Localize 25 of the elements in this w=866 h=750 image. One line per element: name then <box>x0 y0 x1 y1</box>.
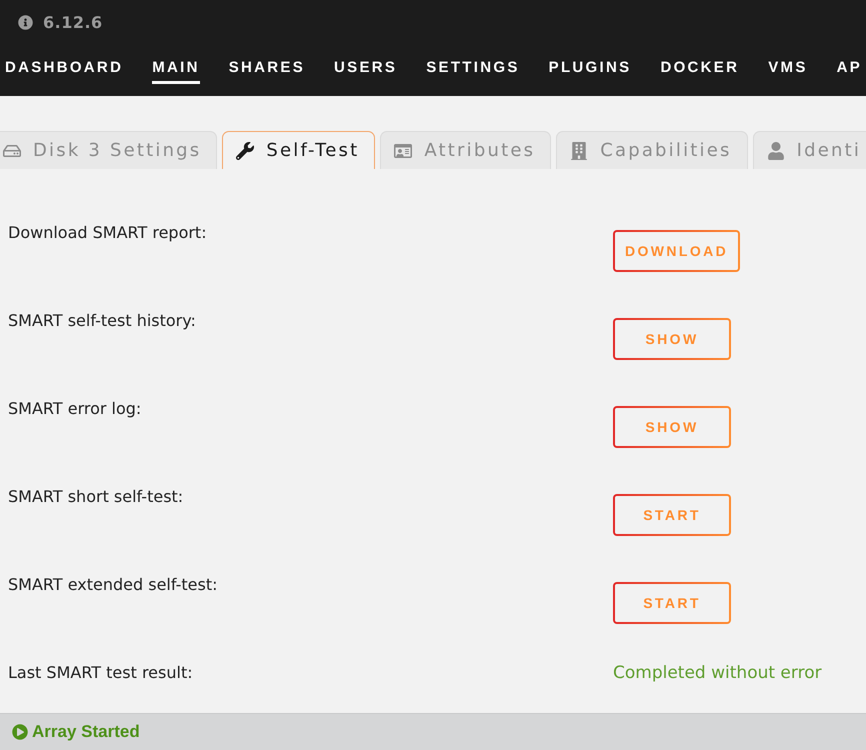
status-text: Array Started <box>32 722 140 742</box>
tab[interactable]: Self-Test <box>222 131 376 169</box>
setting-label: SMART short self-test: <box>8 487 184 507</box>
nav-item[interactable]: SETTINGS <box>426 59 520 84</box>
setting-label: SMART extended self-test: <box>8 575 218 595</box>
setting-label: Download SMART report: <box>8 223 207 243</box>
play-icon <box>12 724 28 740</box>
setting-label: SMART error log: <box>8 399 142 419</box>
id-card-icon <box>394 142 412 160</box>
nav-item[interactable]: SHARES <box>228 59 306 84</box>
info-icon[interactable] <box>18 14 33 30</box>
nav-item[interactable]: AP <box>836 59 862 84</box>
nav-item[interactable]: USERS <box>334 59 398 84</box>
nav-item[interactable]: MAIN <box>152 59 200 84</box>
setting-label: SMART self-test history: <box>8 311 196 331</box>
version-label: 6.12.6 <box>43 12 103 32</box>
setting-label: Last SMART test result: <box>8 663 193 683</box>
nav-item[interactable]: PLUGINS <box>548 59 632 84</box>
result-text: Completed without error <box>613 663 822 683</box>
user-icon <box>766 142 785 160</box>
nav-item[interactable]: VMS <box>768 59 808 84</box>
wrench-icon <box>236 142 254 160</box>
nav-item[interactable]: DOCKER <box>660 59 740 84</box>
nav-item[interactable]: DASHBOARD <box>5 59 124 84</box>
building-icon <box>570 142 588 160</box>
